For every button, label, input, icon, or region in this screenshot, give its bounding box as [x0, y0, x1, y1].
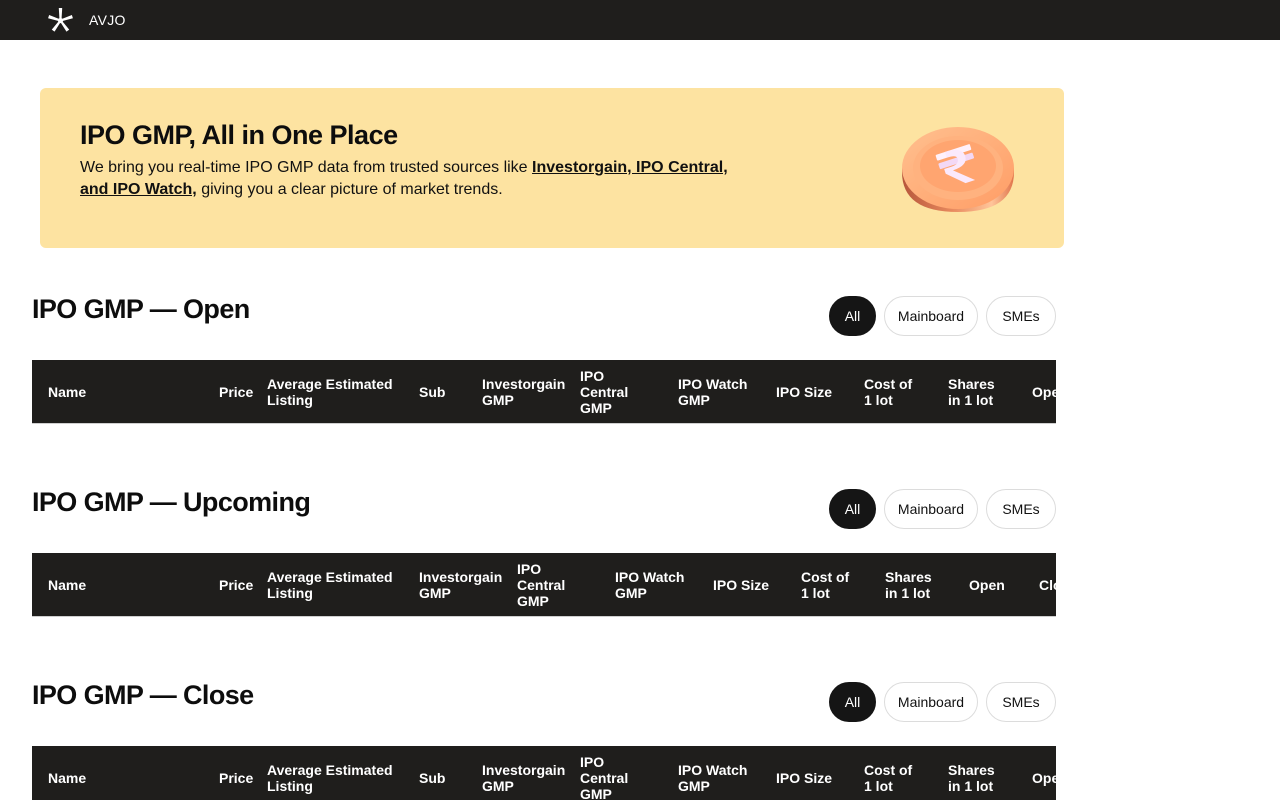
hero-description: We bring you real-time IPO GMP data from…	[80, 157, 730, 201]
table-header-upcoming: Name Price Average Estimated Listing Inv…	[32, 553, 1056, 617]
column-header[interactable]: Name	[48, 746, 86, 800]
hero-text-after: giving you a clear picture of market tre…	[196, 181, 503, 198]
hero-text-before: We bring you real-time IPO GMP data from…	[80, 159, 533, 176]
column-header[interactable]: IPO Central GMP	[517, 553, 565, 616]
filter-mainboard-button[interactable]: Mainboard	[884, 682, 978, 722]
filter-mainboard-button[interactable]: Mainboard	[884, 296, 978, 336]
section-title-open: IPO GMP — Open	[32, 294, 250, 324]
column-header[interactable]: Price	[219, 553, 253, 616]
section-title-upcoming: IPO GMP — Upcoming	[32, 487, 311, 517]
column-header[interactable]: IPO Watch GMP	[615, 553, 685, 616]
column-header[interactable]: IPO Size	[776, 360, 832, 423]
column-header[interactable]: Investorgain GMP	[482, 360, 565, 423]
column-header[interactable]: Investorgain GMP	[482, 746, 565, 800]
column-header[interactable]: Name	[48, 553, 86, 616]
column-header[interactable]: Close	[1039, 553, 1056, 616]
filter-smes-button[interactable]: SMEs	[986, 489, 1056, 529]
column-header[interactable]: Name	[48, 360, 86, 423]
brand-name[interactable]: AVJO	[89, 12, 126, 28]
hero-banner: IPO GMP, All in One Place We bring you r…	[40, 88, 1064, 248]
column-header[interactable]: Cost of 1 lot	[801, 553, 849, 616]
hero-title: IPO GMP, All in One Place	[80, 120, 398, 150]
column-header[interactable]: Price	[219, 360, 253, 423]
table-header-close: Name Price Average Estimated Listing Sub…	[32, 746, 1056, 800]
column-header[interactable]: Sub	[419, 360, 445, 423]
column-header[interactable]: IPO Central GMP	[580, 746, 628, 800]
column-header[interactable]: Average Estimated Listing	[267, 360, 393, 423]
column-header[interactable]: Cost of 1 lot	[864, 746, 912, 800]
filter-all-button[interactable]: All	[829, 489, 876, 529]
rupee-coin-icon	[902, 127, 1014, 212]
column-header[interactable]: Open	[969, 553, 1005, 616]
column-header[interactable]: Average Estimated Listing	[267, 553, 393, 616]
column-header[interactable]: Open	[1032, 746, 1056, 800]
column-header[interactable]: Price	[219, 746, 253, 800]
filter-smes-button[interactable]: SMEs	[986, 296, 1056, 336]
asterisk-logo-icon[interactable]	[47, 7, 74, 34]
column-header[interactable]: IPO Size	[713, 553, 769, 616]
column-header[interactable]: Sub	[419, 746, 445, 800]
column-header[interactable]: Open	[1032, 360, 1056, 423]
table-header-open: Name Price Average Estimated Listing Sub…	[32, 360, 1056, 424]
column-header[interactable]: IPO Watch GMP	[678, 746, 748, 800]
column-header[interactable]: Average Estimated Listing	[267, 746, 393, 800]
column-header[interactable]: Shares in 1 lot	[885, 553, 932, 616]
column-header[interactable]: IPO Size	[776, 746, 832, 800]
column-header[interactable]: Cost of 1 lot	[864, 360, 912, 423]
filter-mainboard-button[interactable]: Mainboard	[884, 489, 978, 529]
column-header[interactable]: Investorgain GMP	[419, 553, 502, 616]
column-header[interactable]: Shares in 1 lot	[948, 360, 995, 423]
top-navbar: AVJO	[0, 0, 1280, 40]
filter-smes-button[interactable]: SMEs	[986, 682, 1056, 722]
column-header[interactable]: IPO Watch GMP	[678, 360, 748, 423]
filter-all-button[interactable]: All	[829, 682, 876, 722]
column-header[interactable]: Shares in 1 lot	[948, 746, 995, 800]
filter-all-button[interactable]: All	[829, 296, 876, 336]
column-header[interactable]: IPO Central GMP	[580, 360, 628, 423]
section-title-close: IPO GMP — Close	[32, 680, 254, 710]
